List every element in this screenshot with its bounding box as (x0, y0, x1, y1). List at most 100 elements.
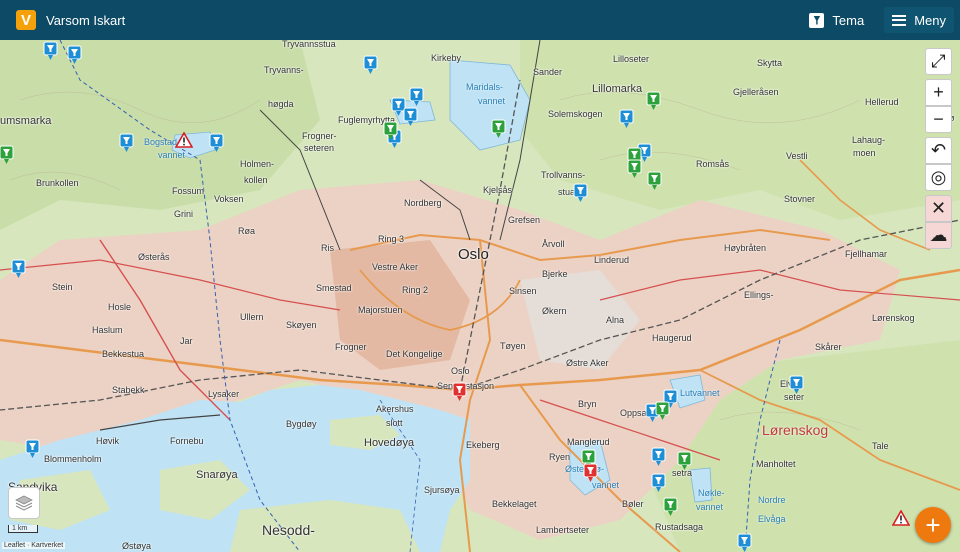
map-label-nesodden: Nesodd- (262, 522, 315, 538)
meny-button[interactable]: Meny (884, 7, 954, 33)
map-label-seter: seter (784, 392, 805, 402)
map-label-vestre-aker: Vestre Aker (372, 262, 419, 272)
top-bar: V Varsom Iskart Tema Meny (0, 0, 960, 40)
map-label-ullern: Ullern (240, 312, 264, 322)
tema-button[interactable]: Tema (809, 12, 864, 28)
map-label-hoybraten: Høybråten (724, 243, 767, 253)
map-label-arvoll: Årvoll (542, 239, 565, 249)
map-label-frogner-2: seteren (304, 143, 335, 153)
map-label-ellings: Ellings- (744, 290, 774, 300)
map-label-vestli: Vestli (786, 151, 808, 161)
map-label-krokskogen: umsmarka (0, 115, 52, 127)
map-label-sander: Sander (533, 67, 563, 77)
map-label-blommenholm: Blommenholm (44, 454, 102, 464)
map-label-tale: Tale (872, 441, 889, 451)
map-label-hovedoya: Hovedøya (364, 437, 415, 449)
map-label-oslo: Oslo (458, 246, 489, 263)
map-label-boler: Bøler (622, 499, 644, 509)
map-label-okern: Økern (542, 306, 567, 316)
map-label-grini: Grini (174, 209, 194, 219)
map-label-elv: Elv (780, 379, 793, 389)
map-label-lorenskog: Lørenskog (872, 313, 915, 323)
locate-button[interactable]: ◎ (925, 164, 952, 191)
warning-icon[interactable] (892, 510, 910, 526)
map-label-fuglemyrhytta: Fuglemyrhytta (338, 115, 396, 125)
map-controls: ⤢ + − ↶ ◎ ✕ ☁ (925, 48, 952, 253)
map-label-lillomarka: Lillomarka (592, 83, 643, 95)
map-label-ring3: Ring 3 (378, 234, 405, 244)
layers-button[interactable] (8, 487, 40, 519)
map-label-skarer: Skårer (815, 342, 842, 352)
map-attribution[interactable]: Leaflet · Kartverket (2, 542, 66, 549)
add-observation-button[interactable]: + (915, 507, 951, 543)
map-label-ostoya: Østøya (122, 541, 152, 551)
map-label-lutvannet: Lutvannet (680, 388, 720, 398)
minus-icon: − (933, 109, 944, 129)
undo-icon: ↶ (930, 140, 947, 160)
hamburger-menu-icon (892, 14, 907, 26)
map-label-nordre-2: Elvåga (758, 514, 786, 524)
map-label-haugerud: Haugerud (652, 333, 692, 343)
map-label-det-kongelige: Det Kongelige (386, 349, 443, 359)
map-label-lorenskog-area: Lørenskog (762, 422, 829, 438)
map-base (0, 40, 960, 552)
map-label-fornebu: Fornebu (170, 436, 204, 446)
map-label-ostensjo-1: Østensjø- (565, 464, 605, 474)
map-label-lambertseter: Lambertseter (536, 525, 590, 535)
map-label-holmen-2: kollen (244, 175, 268, 185)
map-label-hellerud: Hellerud (865, 97, 899, 107)
map-canvas[interactable]: Oslo Lillomarka Maridals- vannet Bogstad… (0, 39, 960, 552)
reset-view-button[interactable]: ↶ (925, 137, 952, 164)
map-label-oslo-s: Oslo (451, 366, 470, 376)
map-label-sinsen: Sinsen (509, 286, 537, 296)
map-label-osteras: Østerås (138, 252, 170, 262)
satellite-toggle-button[interactable]: ✕ (925, 195, 952, 222)
map-label-brunkollen: Brunkollen (36, 178, 79, 188)
map-label-fjellhamar: Fjellhamar (845, 249, 888, 259)
map-label-smestad: Smestad (316, 283, 352, 293)
map-label-toyen: Tøyen (500, 341, 526, 351)
map-label-bogstad-2: vannet (158, 150, 186, 160)
map-label-rustadsaga: Rustadsaga (655, 522, 704, 532)
map-label-lysaker: Lysaker (208, 389, 240, 399)
map-label-skoyen: Skøyen (286, 320, 317, 330)
scale-bar: 1 km (8, 525, 38, 533)
map-label-bygdoy: Bygdøy (286, 419, 317, 429)
map-label-setra: setra (672, 468, 693, 478)
map-label-trollvann-2: stua (558, 187, 576, 197)
map-label-gjelleraasen: Gjelleråsen (733, 87, 779, 97)
filter-icon (809, 12, 825, 28)
map-label-nordre-1: Nordre (758, 495, 786, 505)
map-label-tryvann: Tryvanns- (264, 65, 304, 75)
map-label-bekkelaget: Bekkelaget (492, 499, 537, 509)
map-label-ekeberg: Ekeberg (466, 440, 500, 450)
fullscreen-button[interactable]: ⤢ (925, 48, 952, 75)
layers-icon (15, 495, 33, 511)
map-label-haslum: Haslum (92, 325, 123, 335)
map-label-skytta: Skytta (757, 58, 783, 68)
map-label-bekkestua: Bekkestua (102, 349, 145, 359)
app-logo[interactable]: V (16, 10, 36, 30)
map-label-snaroya: Snarøya (196, 469, 238, 481)
app-title[interactable]: Varsom Iskart (46, 13, 125, 28)
map-label-maridalsvannet-2: vannet (478, 96, 506, 106)
weather-toggle-button[interactable]: ☁ (925, 222, 952, 249)
map-label-voksen: Voksen (214, 194, 244, 204)
map-label-ring2: Ring 2 (402, 285, 429, 295)
warning-icon[interactable] (175, 132, 193, 148)
zoom-in-button[interactable]: + (925, 79, 952, 106)
weather-icon: ☁ (929, 225, 948, 245)
map-label-akershus-1: Akershus (376, 404, 414, 414)
map-label-oppsal: Oppsal (620, 408, 649, 418)
locate-icon: ◎ (930, 167, 947, 187)
zoom-out-button[interactable]: − (925, 106, 952, 133)
map-label-stovner: Stovner (784, 194, 816, 204)
map-label-alna: Alna (606, 315, 625, 325)
satellite-off-icon: ✕ (930, 198, 947, 218)
map-label-trollvann-1: Trollvanns- (541, 170, 586, 180)
plus-icon: + (925, 509, 941, 540)
map-label-manglerud: Manglerud (567, 437, 610, 447)
map-label-bjerke: Bjerke (542, 269, 568, 279)
map-label-solemskogen: Solemskogen (548, 109, 603, 119)
map-label-jar: Jar (180, 336, 193, 346)
